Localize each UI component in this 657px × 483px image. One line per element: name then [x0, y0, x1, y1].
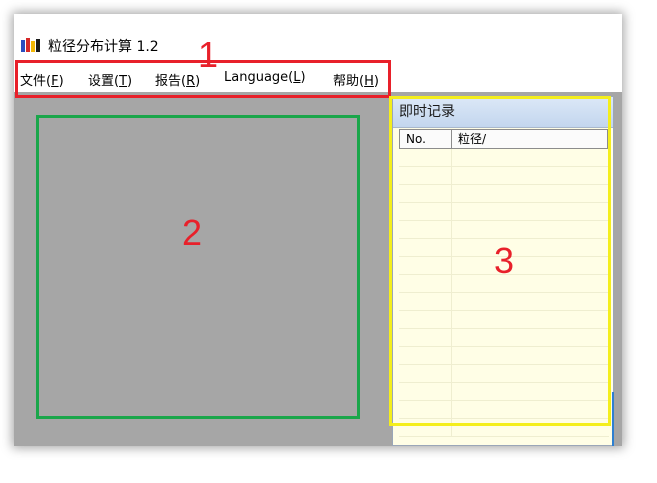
window-title: 粒径分布计算 1.2 — [48, 39, 159, 55]
app-logo-icon — [20, 38, 42, 54]
annotation-box-canvas — [36, 115, 360, 419]
title-bar: 粒径分布计算 1.2 — [14, 14, 622, 64]
annotation-number-3: 3 — [494, 240, 515, 281]
scroll-edge — [612, 392, 614, 446]
annotation-number-1: 1 — [198, 34, 219, 75]
annotation-number-2: 2 — [182, 212, 203, 253]
window-right-edge — [614, 92, 622, 446]
